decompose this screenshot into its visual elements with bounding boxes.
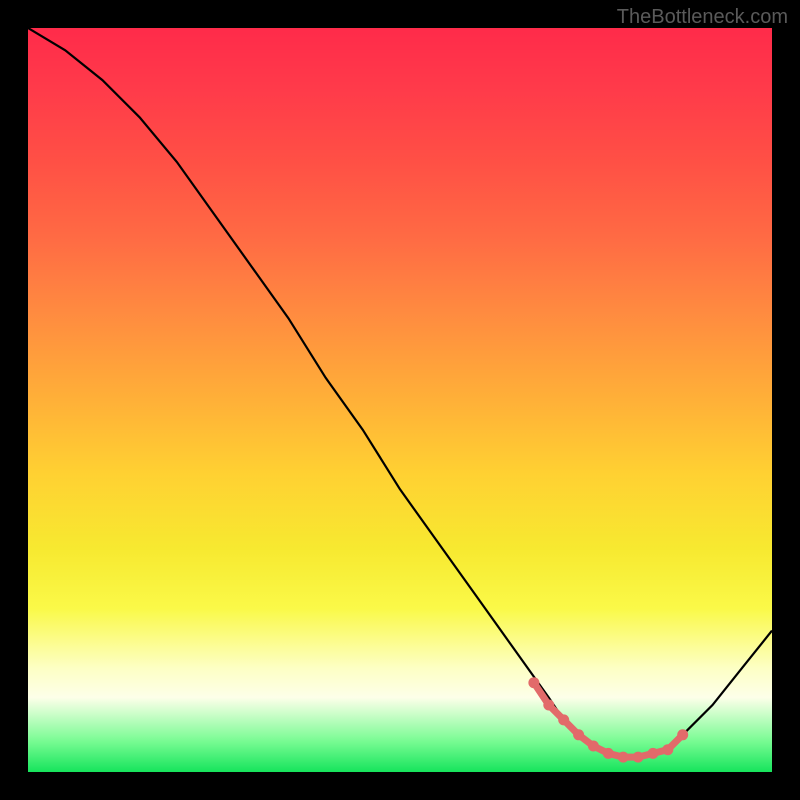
optimal-zone-line bbox=[534, 683, 683, 757]
optimal-zone-marker bbox=[603, 748, 614, 759]
optimal-zone-markers bbox=[528, 677, 688, 762]
chart-plot-area bbox=[28, 28, 772, 772]
optimal-zone-marker bbox=[662, 744, 673, 755]
optimal-zone-marker bbox=[528, 677, 539, 688]
optimal-zone-marker bbox=[618, 752, 629, 763]
optimal-zone-marker bbox=[543, 700, 554, 711]
optimal-zone-marker bbox=[558, 714, 569, 725]
optimal-zone-marker bbox=[677, 729, 688, 740]
bottleneck-curve-line bbox=[28, 28, 772, 757]
optimal-zone-marker bbox=[588, 741, 599, 752]
optimal-zone-marker bbox=[633, 752, 644, 763]
watermark-text: TheBottleneck.com bbox=[617, 6, 788, 29]
chart-svg bbox=[28, 28, 772, 772]
optimal-zone-marker bbox=[573, 729, 584, 740]
optimal-zone-marker bbox=[648, 748, 659, 759]
